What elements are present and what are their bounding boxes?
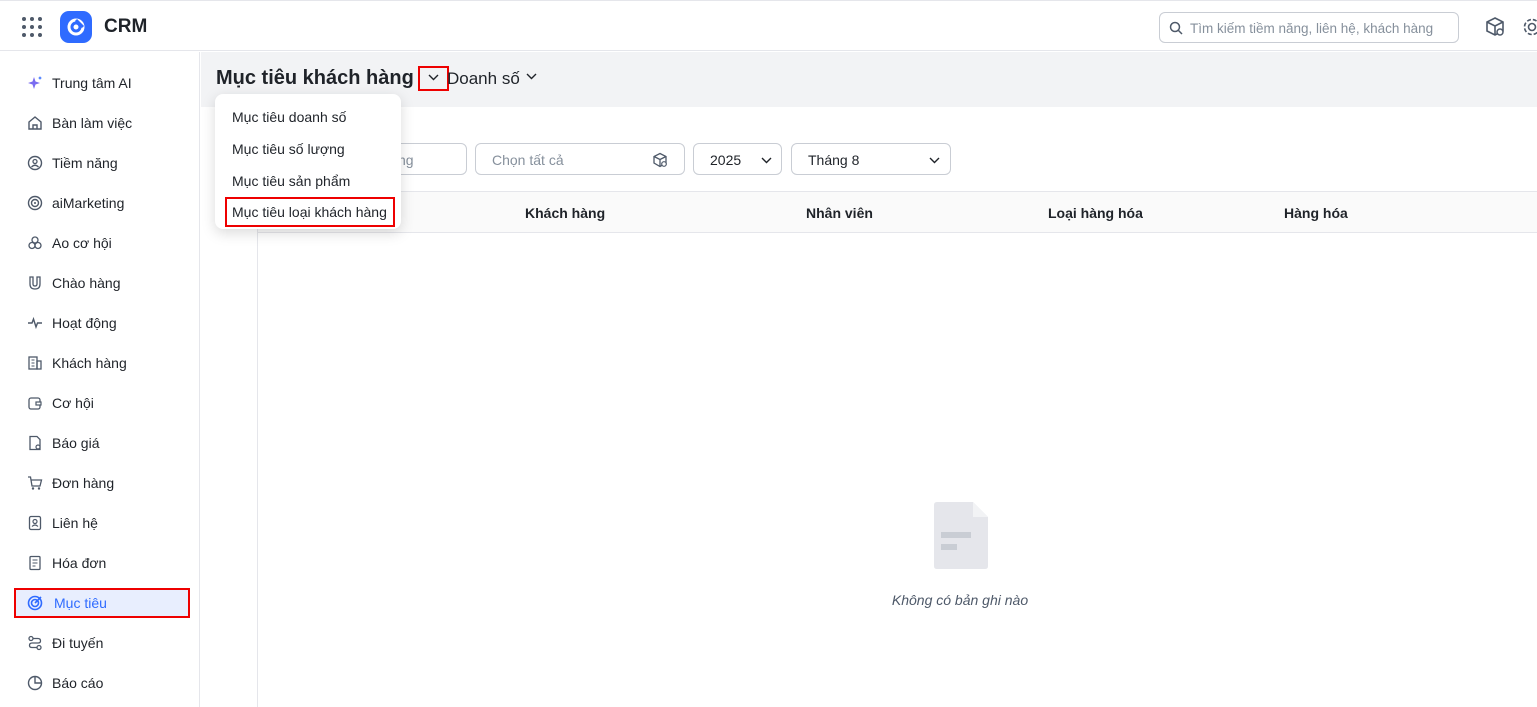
route-icon [28, 635, 42, 651]
box-search-icon[interactable] [1484, 16, 1506, 38]
sidebar-item-don-hang[interactable]: Đơn hàng [14, 468, 190, 498]
sidebar-item-bao-cao[interactable]: Báo cáo [14, 668, 190, 698]
app-grid-icon[interactable] [22, 17, 42, 37]
table-header: Khách hàng Nhân viên Loại hàng hóa Hàng … [258, 191, 1537, 233]
quote-doc-icon [29, 435, 41, 451]
sidebar-item-lien-he[interactable]: Liên hệ [14, 508, 190, 538]
global-search[interactable] [1159, 12, 1459, 43]
gear-icon[interactable] [1521, 16, 1537, 38]
column-header-nhan-vien[interactable]: Nhân viên [806, 205, 873, 221]
cart-icon [28, 476, 43, 490]
title-band: Mục tiêu khách hàng Doanh số [201, 52, 1537, 107]
pie-chart-icon [27, 675, 43, 691]
sidebar: Trung tâm AI Bàn làm việc Tiềm năng aiMa… [0, 52, 200, 707]
app-title: CRM [104, 16, 148, 37]
crm-logo-icon [60, 11, 92, 43]
cluster-icon [28, 236, 42, 250]
wallet-icon [28, 397, 42, 410]
metric-selector-label[interactable]: Doanh số [447, 69, 520, 89]
sidebar-item-ao-co-hoi[interactable]: Ao cơ hội [14, 228, 190, 258]
sidebar-item-tiem-nang[interactable]: Tiềm năng [14, 148, 190, 178]
sidebar-item-hoat-dong[interactable]: Hoạt động [14, 308, 190, 338]
invoice-icon [29, 555, 41, 571]
sidebar-item-muc-tieu[interactable]: Mục tiêu [14, 588, 190, 618]
magnet-icon [29, 276, 41, 290]
contact-card-icon [28, 515, 42, 531]
sidebar-item-ban-lam-viec[interactable]: Bàn làm việc [14, 108, 190, 138]
empty-document-icon [934, 502, 988, 569]
menu-item-muc-tieu-loai-khach-hang[interactable]: Mục tiêu loại khách hàng [225, 197, 395, 227]
home-icon [28, 116, 42, 130]
goal-icon [27, 595, 43, 611]
building-icon [28, 356, 42, 370]
menu-item-muc-tieu-san-pham[interactable]: Mục tiêu sản phẩm [225, 166, 395, 196]
column-header-loai-hang-hoa[interactable]: Loại hàng hóa [1048, 205, 1143, 221]
sidebar-item-khach-hang[interactable]: Khách hàng [14, 348, 190, 378]
lead-icon [27, 155, 43, 171]
sidebar-item-co-hoi[interactable]: Cơ hội [14, 388, 190, 418]
box-search-icon[interactable] [652, 152, 668, 168]
month-select[interactable]: Tháng 8 [791, 143, 951, 175]
select-all-filter[interactable]: Chọn tất cả [475, 143, 685, 175]
sidebar-item-aimarketing[interactable]: aiMarketing [14, 188, 190, 218]
sparkle-icon [28, 76, 42, 89]
goal-type-dropdown-toggle[interactable] [418, 66, 449, 91]
sidebar-item-bao-gia[interactable]: Báo giá [14, 428, 190, 458]
target-circle-icon [27, 195, 43, 211]
chevron-down-icon[interactable] [526, 73, 537, 80]
chevron-down-icon [428, 74, 439, 81]
chevron-down-icon [929, 157, 940, 164]
main-content: Mục tiêu khách hàng Doanh số ng Chọn tất… [201, 52, 1537, 707]
search-icon [1169, 21, 1183, 35]
sidebar-item-chao-hang[interactable]: Chào hàng [14, 268, 190, 298]
chevron-down-icon [761, 157, 772, 164]
column-header-hang-hoa[interactable]: Hàng hóa [1284, 205, 1348, 221]
sidebar-item-di-tuyen[interactable]: Đi tuyến [14, 628, 190, 658]
pulse-icon [28, 316, 42, 330]
sidebar-item-trung-tam-ai[interactable]: Trung tâm AI [14, 68, 190, 98]
empty-state-text: Không có bản ghi nào [891, 592, 1029, 608]
goal-table: Khách hàng Nhân viên Loại hàng hóa Hàng … [257, 191, 1537, 707]
sidebar-item-hoa-don[interactable]: Hóa đơn [14, 548, 190, 578]
menu-item-muc-tieu-doanh-so[interactable]: Mục tiêu doanh số [225, 102, 395, 132]
top-header: CRM [0, 0, 1537, 51]
column-header-khach-hang[interactable]: Khách hàng [525, 205, 605, 221]
menu-item-muc-tieu-so-luong[interactable]: Mục tiêu số lượng [225, 134, 395, 164]
search-input[interactable] [1190, 18, 1450, 38]
page-title: Mục tiêu khách hàng [216, 67, 414, 89]
goal-type-dropdown-menu: Mục tiêu doanh số Mục tiêu số lượng Mục … [215, 94, 401, 229]
year-select[interactable]: 2025 [693, 143, 782, 175]
